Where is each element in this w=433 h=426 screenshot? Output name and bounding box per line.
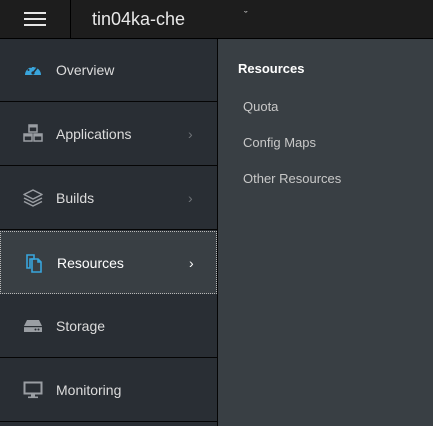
project-name: tin04ka-che [92,8,186,29]
chevron-down-icon: ˇ [244,10,248,22]
copy-files-icon [23,252,45,274]
sidebar-item-label: Overview [56,62,115,78]
layers-icon [22,187,44,209]
sidebar-nav: Overview Applications › Builds › Resourc… [0,39,218,426]
sidebar-item-label: Applications [56,126,132,142]
cubes-icon [22,123,44,145]
project-selector[interactable]: tin04ka-che ˇ [71,0,261,38]
hamburger-menu-icon [24,11,46,27]
submenu-title: Resources [238,61,305,76]
sidebar-item-label: Storage [56,318,106,334]
submenu-item-quota[interactable]: Quota [243,99,278,114]
chevron-right-icon: › [188,126,193,142]
hard-drive-icon [22,315,44,337]
sidebar-item-monitoring[interactable]: Monitoring [0,359,217,422]
submenu-item-other-resources[interactable]: Other Resources [243,171,341,186]
chevron-right-icon: › [188,190,193,206]
resources-submenu: Resources Quota Config Maps Other Resour… [218,39,433,426]
sidebar-item-applications[interactable]: Applications › [0,103,217,166]
submenu-item-config-maps[interactable]: Config Maps [243,135,316,150]
hamburger-menu-button[interactable] [0,0,71,38]
dashboard-gauge-icon [22,59,44,81]
sidebar-item-label: Resources [57,254,124,271]
sidebar-item-overview[interactable]: Overview [0,39,217,102]
sidebar-item-label: Builds [56,190,95,206]
monitor-icon [22,379,44,401]
sidebar-item-builds[interactable]: Builds › [0,167,217,230]
top-navbar: tin04ka-che ˇ [0,0,433,39]
sidebar-item-label: Monitoring [56,382,122,398]
sidebar-item-resources[interactable]: Resources › [0,231,217,294]
chevron-right-icon: › [189,254,194,271]
sidebar-item-storage[interactable]: Storage [0,295,217,358]
